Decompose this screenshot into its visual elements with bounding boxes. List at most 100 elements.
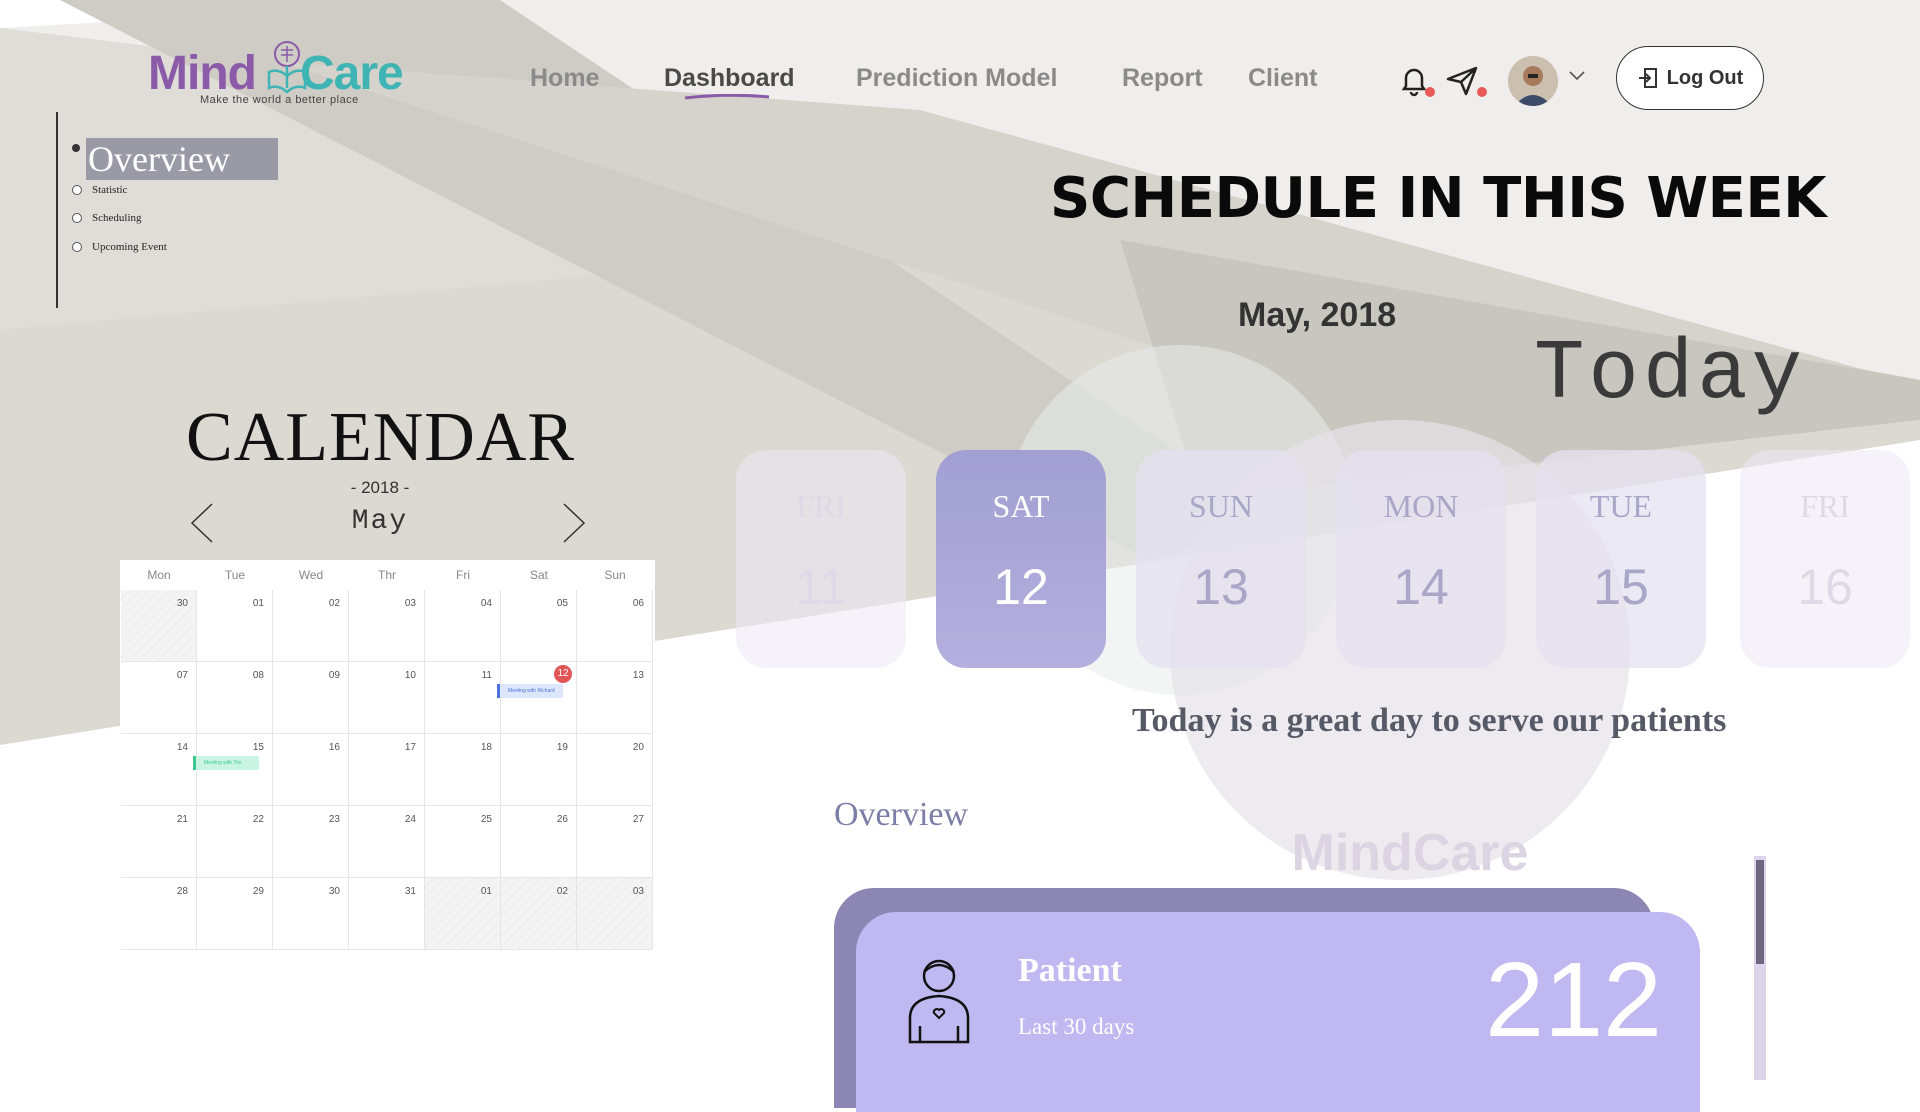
logout-button[interactable]: Log Out: [1616, 46, 1764, 110]
calendar-day-cell[interactable]: 23: [273, 806, 349, 878]
calendar-day-cell[interactable]: 22: [197, 806, 273, 878]
calendar-day-cell[interactable]: 11: [425, 662, 501, 734]
patient-icon: [908, 959, 970, 1044]
day-date: 13: [1193, 559, 1249, 615]
mindcare-logo[interactable]: Mind Care Make the world a better place: [145, 40, 415, 110]
calendar-day-cell[interactable]: 16: [273, 734, 349, 806]
day-card-fri-11[interactable]: FRI 11: [736, 450, 906, 668]
day-card-tue-15[interactable]: TUE 15: [1536, 450, 1706, 668]
nav-prediction-model[interactable]: Prediction Model: [856, 64, 1057, 93]
radio-icon: [72, 242, 82, 252]
calendar-date: 24: [404, 814, 416, 825]
calendar-day-cell[interactable]: 05: [501, 590, 577, 662]
radio-icon: [72, 213, 82, 223]
schedule-month: May, 2018: [1238, 296, 1397, 334]
calendar-date: 05: [556, 598, 568, 609]
day-name: SAT: [992, 488, 1050, 524]
outline-title-overview[interactable]: Overview: [86, 138, 278, 180]
nav-active-underline: [684, 94, 770, 100]
brain-book-icon: [267, 41, 307, 94]
calendar-day-cell[interactable]: 26: [501, 806, 577, 878]
outline-item-label: Statistic: [92, 184, 128, 196]
logout-label: Log Out: [1666, 66, 1744, 89]
calendar-day-cell[interactable]: 25: [425, 806, 501, 878]
calendar-day-cell[interactable]: 20: [577, 734, 653, 806]
calendar-day-cell[interactable]: 03: [349, 590, 425, 662]
calendar-day-cell[interactable]: 27: [577, 806, 653, 878]
calendar-day-cell[interactable]: 14: [121, 734, 197, 806]
calendar-date: 03: [632, 886, 644, 897]
outline-item-statistic[interactable]: Statistic: [72, 184, 127, 196]
send-icon[interactable]: [1444, 62, 1480, 98]
calendar-day-cell[interactable]: 19: [501, 734, 577, 806]
day-date: 16: [1797, 559, 1853, 615]
calendar-date: 02: [556, 886, 568, 897]
weekday-header: Mon: [147, 568, 171, 582]
calendar-day-cell[interactable]: 03: [577, 878, 653, 950]
calendar-day-cell[interactable]: 01: [197, 590, 273, 662]
calendar-day-cell[interactable]: 10: [349, 662, 425, 734]
scrollbar-thumb[interactable]: [1756, 860, 1764, 964]
calendar-day-cell[interactable]: 12: [501, 662, 577, 734]
outline-item-scheduling[interactable]: Scheduling: [72, 212, 142, 224]
calendar-day-cell[interactable]: 18: [425, 734, 501, 806]
calendar-day-cell[interactable]: 06: [577, 590, 653, 662]
weekday-header: Fri: [456, 568, 470, 582]
calendar-day-cell[interactable]: 30: [121, 590, 197, 662]
calendar-day-cell[interactable]: 04: [425, 590, 501, 662]
logo-text-care: Care: [299, 47, 404, 100]
calendar-day-cell[interactable]: 01: [425, 878, 501, 950]
overview-heading: Overview: [834, 796, 969, 833]
calendar-day-cell[interactable]: 07: [121, 662, 197, 734]
nav-client[interactable]: Client: [1248, 64, 1317, 93]
nav-report[interactable]: Report: [1122, 64, 1203, 93]
calendar-date: 10: [404, 670, 416, 681]
calendar-day-cell[interactable]: 21: [121, 806, 197, 878]
calendar-day-cell[interactable]: 02: [501, 878, 577, 950]
calendar-date: 30: [328, 886, 340, 897]
calendar-day-cell[interactable]: 15: [197, 734, 273, 806]
weekday-header: Thr: [378, 568, 396, 582]
calendar-day-cell[interactable]: 17: [349, 734, 425, 806]
day-date: 11: [795, 559, 847, 615]
calendar-event[interactable]: Meeting with Tim: [193, 756, 259, 770]
card-value: 212: [1485, 941, 1662, 1059]
calendar-date: 11: [481, 670, 492, 681]
calendar-day-cell[interactable]: 02: [273, 590, 349, 662]
calendar-title: CALENDAR: [186, 399, 576, 476]
nav-dashboard[interactable]: Dashboard: [664, 64, 795, 93]
chevron-down-icon[interactable]: [1568, 68, 1586, 82]
calendar-day-cell[interactable]: 24: [349, 806, 425, 878]
calendar-date: 13: [632, 670, 644, 681]
next-month-arrow-icon[interactable]: [560, 500, 588, 546]
prev-month-arrow-icon[interactable]: [188, 500, 216, 546]
calendar-event[interactable]: Meeting with Richard: [497, 684, 563, 698]
calendar-day-cell[interactable]: 29: [197, 878, 273, 950]
calendar-year: - 2018 -: [350, 478, 410, 497]
calendar-date: 27: [632, 814, 644, 825]
day-card-sat-12[interactable]: SAT 12: [936, 450, 1106, 668]
nav-home[interactable]: Home: [530, 64, 599, 93]
calendar-date: 04: [480, 598, 492, 609]
svg-text:MindCare: MindCare: [1292, 824, 1529, 882]
calendar-date: 16: [328, 742, 340, 753]
outline-item-upcoming-event[interactable]: Upcoming Event: [72, 241, 167, 253]
calendar-day-cell[interactable]: 28: [121, 878, 197, 950]
day-name: TUE: [1589, 488, 1653, 524]
day-card-sun-13[interactable]: SUN 13: [1136, 450, 1306, 668]
patient-card[interactable]: Patient Last 30 days 212: [856, 912, 1700, 1112]
calendar-date: 18: [480, 742, 492, 753]
notification-dot: [1425, 87, 1435, 97]
day-card-mon-14[interactable]: MON 14: [1336, 450, 1506, 668]
calendar-day-cell[interactable]: 13: [577, 662, 653, 734]
schedule-title: SCHEDULE IN THIS WEEK: [1050, 166, 1827, 231]
day-name: MON: [1383, 488, 1459, 524]
day-card-fri-16[interactable]: FRI 16: [1740, 450, 1910, 668]
calendar-date: 08: [252, 670, 264, 681]
calendar-day-cell[interactable]: 09: [273, 662, 349, 734]
avatar[interactable]: [1508, 56, 1558, 106]
calendar-day-cell[interactable]: 30: [273, 878, 349, 950]
calendar-day-cell[interactable]: 08: [197, 662, 273, 734]
calendar-day-cell[interactable]: 31: [349, 878, 425, 950]
calendar-date: 19: [556, 742, 568, 753]
